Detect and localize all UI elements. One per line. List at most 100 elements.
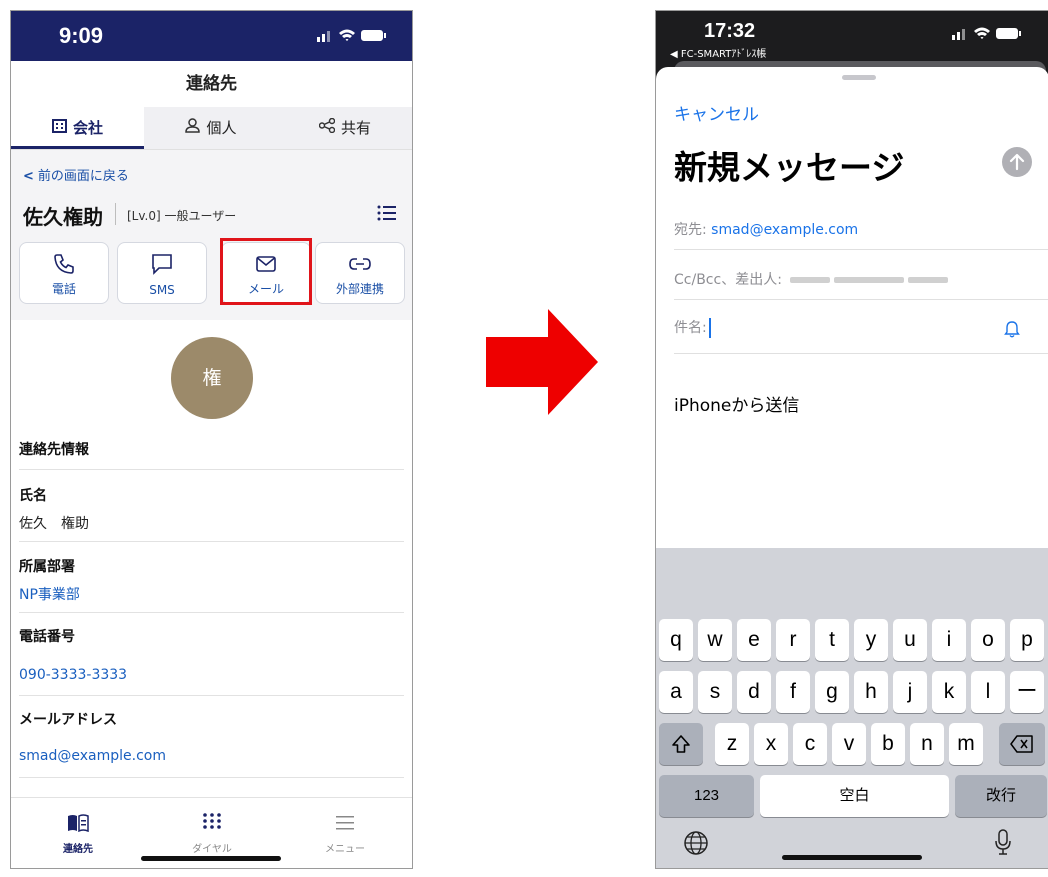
back-link-label: 前の画面に戻る (37, 169, 129, 184)
key[interactable]: q (659, 619, 693, 661)
status-bar: 9:09 (11, 11, 412, 61)
phone-button[interactable]: 電話 (19, 242, 109, 304)
left-phone-screen: 9:09 連絡先 会社 個人 共有 < 前の画面に戻る 佐久権助 [Lv.0] 一… (10, 10, 413, 869)
email-label: メールアドレス (19, 712, 117, 728)
sms-button[interactable]: SMS (117, 242, 207, 304)
cc-bcc-field[interactable]: Cc/Bcc、差出人: (674, 269, 949, 289)
department-value[interactable]: NP事業部 (19, 584, 80, 604)
text-cursor (708, 318, 711, 338)
cancel-button[interactable]: キャンセル (674, 100, 759, 125)
signal-wifi-battery-icon (317, 29, 386, 42)
nav-dial-label: ダイヤル (192, 844, 232, 855)
status-time: 17:32 (704, 20, 756, 42)
key[interactable]: d (737, 671, 771, 713)
message-body[interactable]: iPhoneから送信 (674, 391, 799, 416)
divider (19, 777, 404, 778)
key[interactable]: u (893, 619, 927, 661)
key[interactable]: x (754, 723, 788, 765)
right-arrow-icon (486, 309, 598, 415)
user-level: [Lv.0] 一般ユーザー (127, 209, 237, 223)
shift-key[interactable] (659, 723, 703, 765)
microphone-icon[interactable] (994, 828, 1012, 856)
key[interactable]: v (832, 723, 866, 765)
name-label: 氏名 (19, 488, 47, 504)
email-value[interactable]: smad@example.com (19, 748, 166, 764)
chevron-left-icon: < (23, 169, 34, 184)
to-recipient[interactable]: smad@example.com (711, 222, 858, 238)
nav-contacts-label: 連絡先 (63, 844, 93, 855)
key[interactable]: n (910, 723, 944, 765)
home-indicator (782, 855, 922, 860)
key[interactable]: c (793, 723, 827, 765)
key[interactable]: l (971, 671, 1005, 713)
return-key[interactable]: 改行 (955, 775, 1047, 817)
tab-shared[interactable]: 共有 (278, 107, 412, 149)
external-link-button[interactable]: 外部連携 (315, 242, 405, 304)
back-to-app-link[interactable]: ◀ FC-SMARTｱﾄﾞﾚｽ帳 (670, 45, 766, 60)
key[interactable]: e (737, 619, 771, 661)
backspace-icon (1010, 735, 1033, 753)
tab-company[interactable]: 会社 (11, 107, 144, 149)
phone-number-label: 電話番号 (19, 629, 75, 645)
divider (19, 469, 404, 470)
divider (19, 695, 404, 696)
key[interactable]: m (949, 723, 983, 765)
space-key[interactable]: 空白 (760, 775, 949, 817)
key[interactable]: w (698, 619, 732, 661)
shift-icon (672, 735, 690, 753)
department-label: 所属部署 (19, 559, 75, 575)
nav-contacts[interactable]: 連絡先 (11, 814, 145, 855)
tab-label: 個人 (206, 119, 237, 137)
redacted-sender (790, 277, 831, 283)
status-time: 9:09 (59, 23, 104, 48)
to-field[interactable]: 宛先: smad@example.com (674, 219, 858, 239)
subject-field[interactable]: 件名: (674, 317, 711, 338)
phone-icon (54, 254, 74, 274)
key[interactable]: r (776, 619, 810, 661)
list-menu-icon[interactable] (377, 203, 397, 223)
key[interactable]: i (932, 619, 966, 661)
key[interactable]: t (815, 619, 849, 661)
globe-icon[interactable] (683, 830, 709, 856)
key[interactable]: y (854, 619, 888, 661)
nav-dial[interactable]: ダイヤル (145, 812, 279, 855)
key[interactable]: z (715, 723, 749, 765)
numbers-key[interactable]: 123 (659, 775, 754, 817)
bottom-navigation: 連絡先 ダイヤル メニュー (11, 797, 412, 868)
book-icon (68, 814, 89, 833)
back-link[interactable]: < 前の画面に戻る (23, 165, 129, 184)
redacted-sender (834, 277, 905, 283)
key[interactable]: s (698, 671, 732, 713)
key[interactable]: h (854, 671, 888, 713)
key[interactable]: p (1010, 619, 1044, 661)
key[interactable]: k (932, 671, 966, 713)
key[interactable]: j (893, 671, 927, 713)
key[interactable]: a (659, 671, 693, 713)
sms-icon (152, 254, 172, 275)
section-title: 連絡先情報 (19, 442, 89, 458)
redacted-sender (908, 277, 949, 283)
person-icon (185, 118, 201, 133)
key[interactable]: g (815, 671, 849, 713)
divider (115, 203, 116, 225)
phone-button-label: 電話 (51, 282, 76, 296)
key[interactable]: ー (1010, 671, 1044, 713)
tab-personal[interactable]: 個人 (144, 107, 278, 149)
right-phone-screen: 17:32 ◀ FC-SMARTｱﾄﾞﾚｽ帳 キャンセル 新規メッセージ 宛先:… (655, 10, 1048, 869)
key[interactable]: o (971, 619, 1005, 661)
sms-button-label: SMS (149, 283, 175, 297)
nav-menu-label: メニュー (325, 844, 365, 855)
external-link-button-label: 外部連携 (335, 282, 384, 296)
key[interactable]: f (776, 671, 810, 713)
user-name: 佐久権助 (23, 205, 103, 229)
nav-menu[interactable]: メニュー (278, 814, 412, 855)
key[interactable]: b (871, 723, 905, 765)
to-label: 宛先: (674, 222, 707, 238)
sheet-grabber[interactable] (842, 75, 876, 80)
send-button[interactable] (1002, 147, 1032, 177)
contact-tabs: 会社 個人 共有 (11, 107, 412, 150)
bell-icon[interactable] (1004, 320, 1020, 338)
backspace-key[interactable] (999, 723, 1045, 765)
tab-label: 共有 (340, 119, 371, 137)
phone-number-value[interactable]: 090-3333-3333 (19, 667, 127, 683)
